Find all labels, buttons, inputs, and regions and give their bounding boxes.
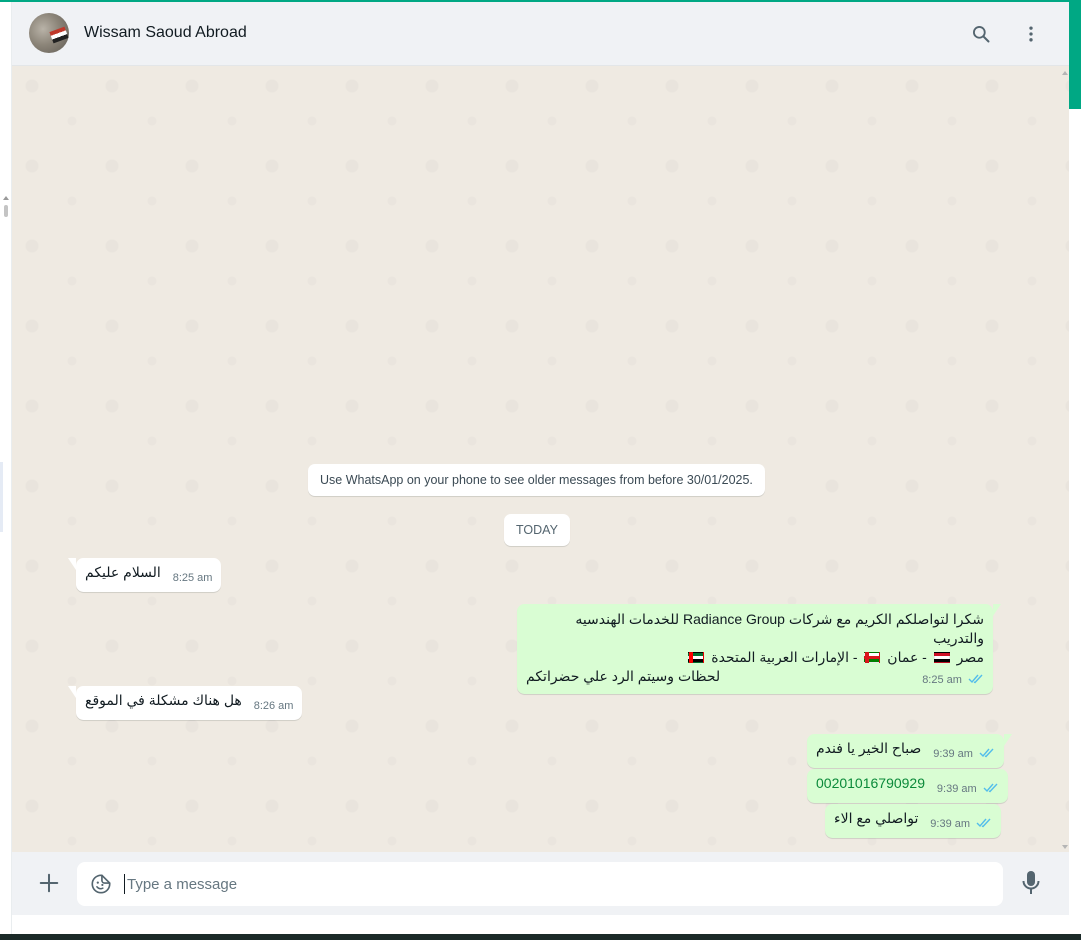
plus-icon bbox=[39, 873, 59, 893]
message-bubble-outgoing[interactable]: شكرا لتواصلكم الكريم مع شركات Radiance G… bbox=[517, 604, 1001, 694]
right-edge bbox=[1069, 109, 1081, 935]
avatar[interactable] bbox=[29, 13, 69, 53]
attach-button[interactable] bbox=[36, 870, 62, 896]
message-time: 9:39 am bbox=[936, 783, 977, 795]
message-time: 9:39 am bbox=[933, 748, 973, 760]
sticker-button[interactable] bbox=[89, 872, 113, 896]
message-meta: 9:39 am bbox=[937, 782, 999, 795]
uae-flag-icon bbox=[688, 652, 705, 663]
search-icon bbox=[973, 26, 990, 43]
message-bubble-outgoing[interactable]: 00201016790929 9:39 am bbox=[807, 769, 1008, 803]
message-bubble-incoming[interactable]: السلام عليكم 8:25 am bbox=[68, 558, 222, 592]
kebab-menu-icon bbox=[1029, 26, 1033, 42]
message-text-segment: - الإمارات العربية المتحدة bbox=[711, 649, 858, 665]
menu-button[interactable] bbox=[1017, 20, 1045, 48]
scroll-up-arrow-icon[interactable] bbox=[3, 196, 9, 200]
message-text: تواصلي مع الاء bbox=[834, 810, 919, 826]
message-bubble-incoming[interactable]: هل هناك مشكلة في الموقع 8:26 am bbox=[68, 686, 303, 720]
message-composer bbox=[12, 852, 1069, 915]
sticker-icon bbox=[91, 874, 111, 894]
message-text: صباح الخير يا فندم bbox=[816, 740, 922, 756]
message-text-line: مصر - عمان - الإمارات العربية المتحدة bbox=[526, 648, 984, 667]
double-check-icon bbox=[976, 818, 991, 828]
message-list[interactable]: Use WhatsApp on your phone to see older … bbox=[12, 66, 1069, 852]
message-bubble-outgoing[interactable]: تواصلي مع الاء 9:39 am bbox=[825, 804, 1002, 838]
left-panel-edge bbox=[0, 2, 12, 934]
bottom-padding bbox=[12, 915, 1069, 934]
window-right-accent bbox=[1069, 2, 1081, 109]
message-meta: 9:39 am bbox=[933, 747, 995, 760]
message-time: 8:25 am bbox=[172, 572, 213, 584]
conversation-panel: Wissam Saoud Abroad Use WhatsApp on your… bbox=[12, 2, 1069, 915]
bubble-tail bbox=[1004, 734, 1013, 746]
message-input[interactable] bbox=[127, 862, 987, 906]
message-text: 00201016790929 bbox=[816, 775, 926, 791]
message-time: 8:25 am bbox=[922, 674, 962, 686]
taskbar-edge bbox=[0, 934, 1081, 940]
double-check-icon bbox=[983, 783, 998, 793]
message-last-row: لحظات وسيتم الرد علي حضراتكم 8:25 am bbox=[526, 667, 984, 686]
microphone-icon bbox=[1022, 871, 1040, 894]
double-check-icon bbox=[968, 674, 983, 684]
avatar-flag-icon bbox=[49, 26, 69, 44]
bubble-tail bbox=[993, 604, 1001, 616]
message-text-line: شكرا لتواصلكم الكريم مع شركات Radiance G… bbox=[575, 611, 984, 646]
message-time: 9:39 am bbox=[930, 818, 971, 830]
message-text: السلام عليكم bbox=[85, 564, 161, 580]
scroll-down-arrow-icon[interactable] bbox=[1062, 845, 1068, 849]
oman-flag-icon bbox=[864, 652, 881, 663]
double-check-icon bbox=[979, 748, 994, 758]
contact-name[interactable]: Wissam Saoud Abroad bbox=[84, 24, 247, 42]
conversation-header[interactable]: Wissam Saoud Abroad bbox=[12, 2, 1069, 66]
scroll-up-arrow-icon[interactable] bbox=[1062, 71, 1068, 75]
search-button[interactable] bbox=[967, 20, 995, 48]
message-input-box[interactable] bbox=[77, 862, 1003, 906]
message-meta: 8:25 am bbox=[922, 673, 984, 686]
bubble-tail bbox=[68, 558, 76, 570]
message-text-line: لحظات وسيتم الرد علي حضراتكم bbox=[526, 668, 721, 684]
selected-chat-marker bbox=[0, 462, 3, 532]
text-caret bbox=[124, 874, 125, 894]
message-bubble-outgoing[interactable]: صباح الخير يا فندم 9:39 am bbox=[807, 734, 1013, 768]
message-text-segment: مصر bbox=[956, 649, 984, 665]
left-scrollbar-thumb[interactable] bbox=[4, 205, 8, 217]
message-text: هل هناك مشكلة في الموقع bbox=[85, 692, 242, 708]
bubble-tail bbox=[68, 686, 76, 698]
message-text-segment: - عمان bbox=[887, 649, 927, 665]
egypt-flag-icon bbox=[933, 652, 950, 663]
voice-message-button[interactable] bbox=[1019, 869, 1043, 897]
older-messages-notice: Use WhatsApp on your phone to see older … bbox=[308, 464, 765, 496]
date-divider: TODAY bbox=[504, 514, 570, 546]
message-meta: 9:39 am bbox=[930, 817, 992, 830]
message-time: 8:26 am bbox=[253, 700, 294, 712]
